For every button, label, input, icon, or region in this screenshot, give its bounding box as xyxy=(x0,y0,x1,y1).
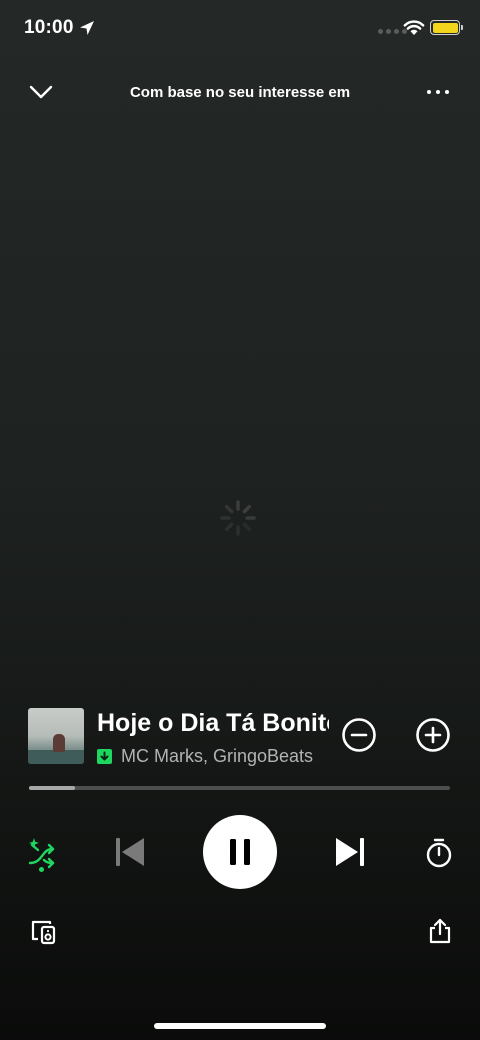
sleep-timer-icon[interactable] xyxy=(424,837,454,869)
chevron-down-icon[interactable] xyxy=(28,82,54,102)
shuffle-active-indicator xyxy=(39,867,44,872)
downloaded-icon xyxy=(97,748,112,764)
spinner-icon xyxy=(220,500,256,536)
remove-icon[interactable] xyxy=(341,717,377,753)
add-icon[interactable] xyxy=(415,717,451,753)
devices-icon[interactable] xyxy=(30,919,58,945)
battery-tip xyxy=(461,25,463,30)
track-title: Hoje o Dia Tá Bonito xyxy=(97,709,329,737)
track-title-container[interactable]: Hoje o Dia Tá Bonito xyxy=(97,708,329,740)
album-art[interactable] xyxy=(28,708,84,764)
location-arrow-icon xyxy=(80,21,94,35)
progress-bar-fill xyxy=(29,786,75,790)
share-icon[interactable] xyxy=(428,918,452,944)
more-icon[interactable] xyxy=(424,84,452,100)
pause-button[interactable] xyxy=(203,815,277,889)
home-indicator[interactable] xyxy=(154,1023,326,1029)
skip-back-icon[interactable] xyxy=(113,835,147,869)
skip-forward-icon[interactable] xyxy=(333,835,367,869)
album-art-figure xyxy=(53,734,65,752)
context-title: Com base no seu interesse em xyxy=(129,84,351,101)
status-time: 10:00 xyxy=(24,17,74,38)
progress-bar[interactable] xyxy=(29,786,450,790)
wifi-icon xyxy=(403,20,425,35)
battery-icon xyxy=(430,20,460,35)
track-artists: MC Marks, GringoBeats xyxy=(121,745,314,766)
track-artist-container[interactable]: MC Marks, GringoBeats xyxy=(97,744,325,768)
pause-icon xyxy=(230,839,250,865)
album-art-sea xyxy=(28,750,84,764)
